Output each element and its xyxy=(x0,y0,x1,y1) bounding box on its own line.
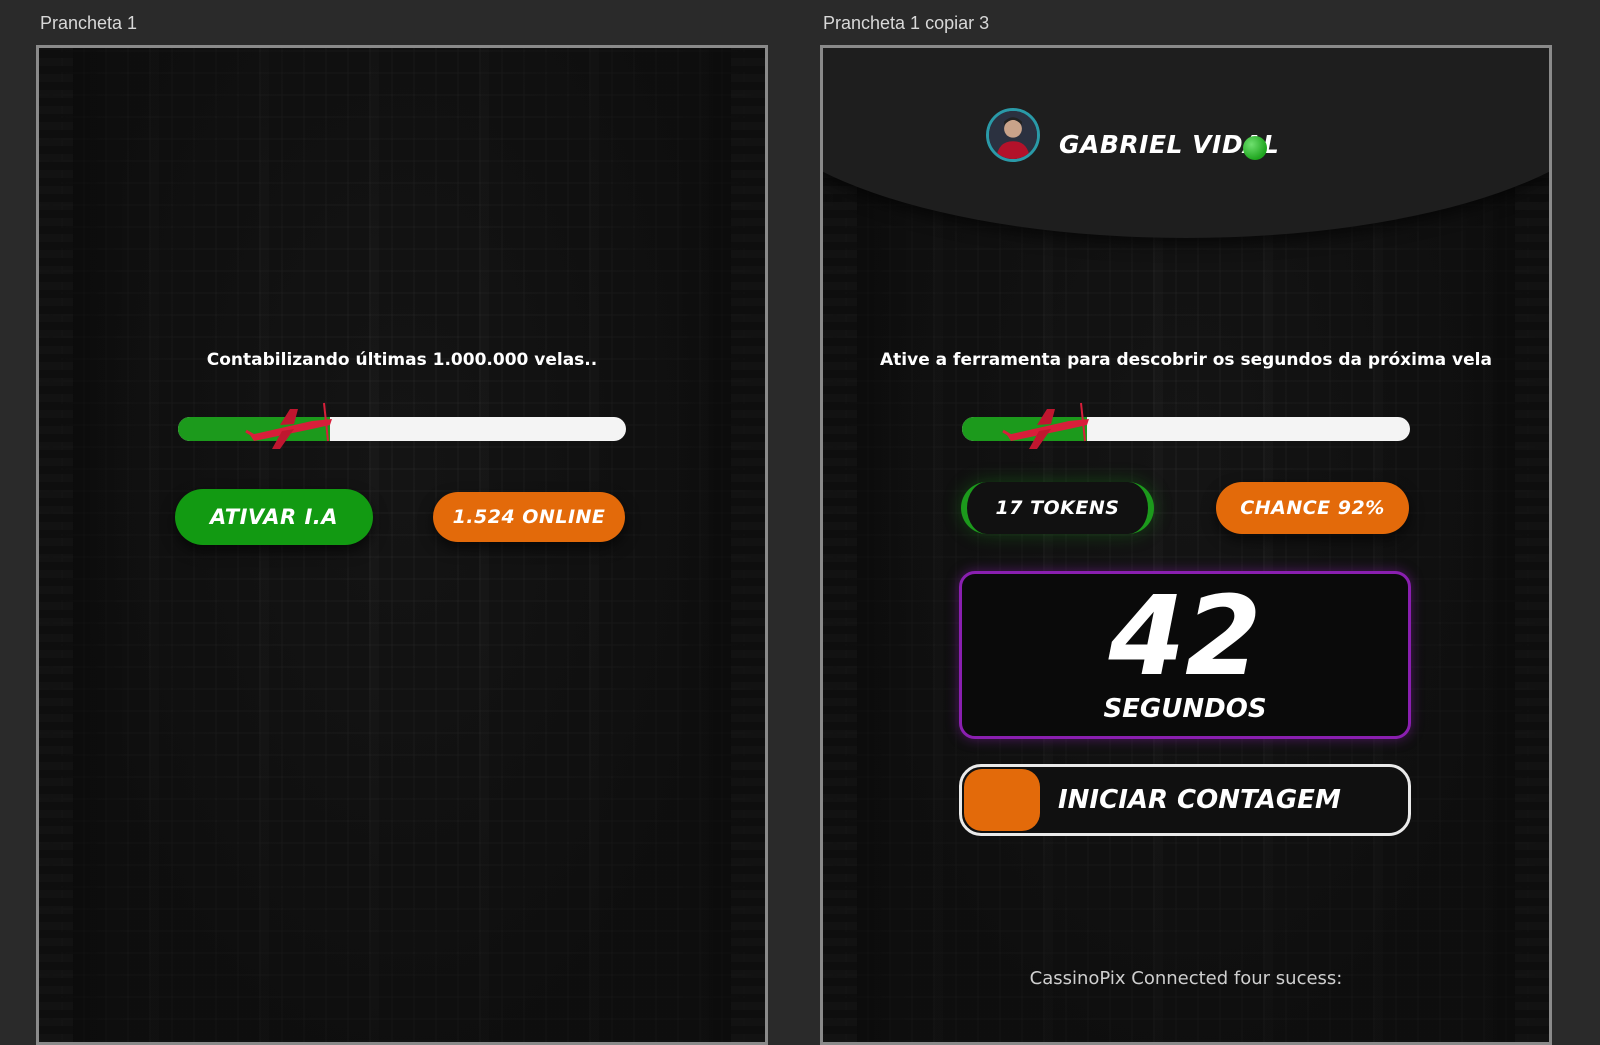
artboard-1: Contabilizando últimas 1.000.000 velas..… xyxy=(36,45,768,1045)
artboard-2: GABRIEL VIDAL Ative a ferramenta para de… xyxy=(820,45,1552,1045)
decorative-strip-right xyxy=(1515,48,1549,1042)
airplane-icon xyxy=(245,402,333,449)
loading-heading: Contabilizando últimas 1.000.000 velas.. xyxy=(206,350,598,370)
start-count-button[interactable]: INICIAR CONTAGEM xyxy=(959,764,1411,836)
loading-progress-bar xyxy=(178,402,626,449)
instruction-heading: Ative a ferramenta para descobrir os seg… xyxy=(880,350,1492,370)
artboard-label-2: Prancheta 1 copiar 3 xyxy=(823,13,990,33)
countdown-display: 42 SEGUNDOS xyxy=(959,571,1411,739)
countdown-value: 42 xyxy=(1108,572,1262,700)
signal-progress-bar xyxy=(962,402,1410,449)
airplane-icon xyxy=(1002,402,1090,449)
connection-status-text: CassinoPix Connected four sucess: xyxy=(1029,968,1343,989)
decorative-strip-left xyxy=(823,48,857,1042)
online-status-icon xyxy=(1243,136,1267,160)
user-avatar[interactable] xyxy=(986,108,1040,162)
start-count-label: INICIAR CONTAGEM xyxy=(1058,785,1341,815)
tokens-badge: 17 TOKENS xyxy=(961,482,1154,534)
artboard-label-1: Prancheta 1 xyxy=(40,13,138,33)
person-icon xyxy=(989,111,1037,159)
background-vignette xyxy=(39,48,765,1042)
countdown-unit: SEGUNDOS xyxy=(1103,694,1267,724)
toggle-knob[interactable] xyxy=(964,769,1040,831)
decorative-strip-left xyxy=(39,48,73,1042)
online-count-badge: 1.524 ONLINE xyxy=(433,492,625,542)
chance-badge: CHANCE 92% xyxy=(1216,482,1409,534)
decorative-strip-right xyxy=(731,48,765,1042)
activate-ai-button[interactable]: ATIVAR I.A xyxy=(175,489,373,545)
